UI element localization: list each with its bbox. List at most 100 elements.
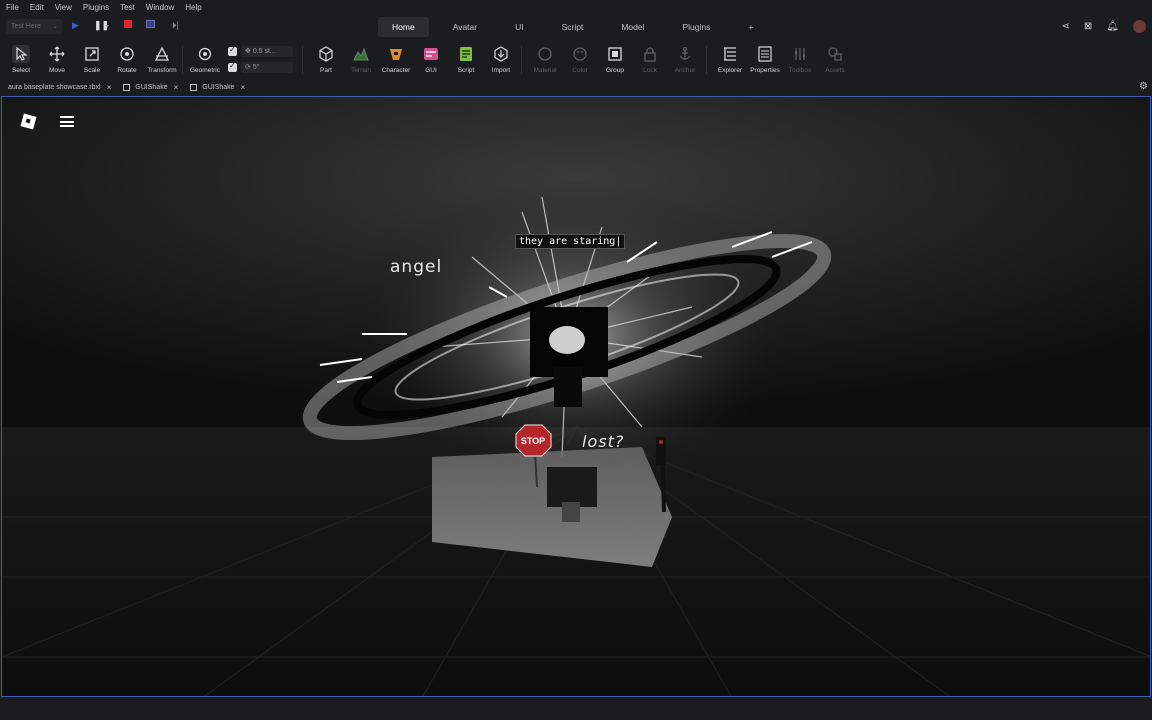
- material-icon: [536, 45, 554, 63]
- terrain-label: Terrain: [351, 67, 371, 74]
- material-tool[interactable]: Material: [528, 43, 562, 77]
- material-label: Material: [533, 67, 557, 74]
- geometric-mode-dropdown[interactable]: Geometric: [188, 43, 222, 77]
- scale-label: Scale: [83, 67, 101, 74]
- transform-label: Transform: [147, 67, 177, 74]
- notification-bell-icon[interactable]: 🔔︎: [1106, 21, 1119, 32]
- rotate-snap-checkbox[interactable]: [228, 61, 237, 72]
- geometric-label: Geometric: [190, 67, 220, 74]
- test-target-selector[interactable]: Test Here ⌄: [6, 19, 62, 34]
- document-tabs: aura baseplate showcase.rbxl × GUIShake …: [0, 80, 1152, 94]
- gear-icon[interactable]: ⚙: [1139, 81, 1148, 92]
- close-icon[interactable]: ×: [174, 83, 179, 92]
- move-snap-checkbox[interactable]: [228, 45, 237, 56]
- gui-label: GUI: [425, 67, 437, 74]
- move-label: Move: [49, 67, 65, 74]
- move-snap-value: 0.5 st...: [252, 47, 276, 55]
- properties-tool[interactable]: Properties: [748, 43, 782, 77]
- gui-icon: [422, 45, 440, 63]
- explorer-tool[interactable]: Explorer: [713, 43, 747, 77]
- menu-test[interactable]: Test: [120, 3, 135, 12]
- explorer-tree-icon: [721, 45, 739, 63]
- move-snap-row: ✥ 0.5 st...: [228, 45, 293, 57]
- share-icon[interactable]: ⋖: [1062, 21, 1070, 32]
- home-ribbon: Select Move Scale Rotate Transform Geome…: [0, 40, 1152, 80]
- tab-plugins[interactable]: Plugins: [669, 17, 725, 37]
- ribbon-divider: [521, 46, 522, 74]
- close-icon[interactable]: ×: [107, 83, 112, 92]
- figure-legs: [554, 367, 582, 407]
- scale-tool[interactable]: Scale: [75, 43, 109, 77]
- properties-label: Properties: [750, 67, 780, 74]
- collaborate-icon[interactable]: ⊠: [1084, 21, 1092, 32]
- anchor-tool[interactable]: Anchor: [668, 43, 702, 77]
- transform-tool[interactable]: Transform: [145, 43, 179, 77]
- group-icon: [606, 45, 624, 63]
- lock-label: Lock: [643, 67, 657, 74]
- add-tab-button[interactable]: +: [734, 17, 767, 37]
- toolbox-tool[interactable]: Toolbox: [783, 43, 817, 77]
- terrain-tool[interactable]: Terrain: [344, 43, 378, 77]
- assets-icon: [826, 45, 844, 63]
- staring-text-label: they are staring|: [515, 234, 626, 249]
- lost-text: lost?: [582, 432, 625, 451]
- document-tab-script[interactable]: GUIShake ×: [123, 83, 178, 92]
- document-tab-label: GUIShake: [202, 83, 235, 91]
- color-tool[interactable]: Color: [563, 43, 597, 77]
- script-file-icon: [190, 83, 198, 91]
- document-tab-script[interactable]: GUIShake ×: [190, 83, 245, 92]
- rotate-snap-value: 5°: [252, 63, 260, 71]
- hamburger-menu-icon[interactable]: [60, 116, 74, 127]
- select-tool[interactable]: Select: [4, 43, 38, 77]
- stop-icon[interactable]: [124, 20, 132, 28]
- character-tool[interactable]: Character: [379, 43, 413, 77]
- gui-tool[interactable]: GUI: [414, 43, 448, 77]
- ribbon-divider: [706, 46, 707, 74]
- traffic-light-red: [659, 440, 663, 444]
- assets-label: Assets: [825, 67, 845, 74]
- menu-help[interactable]: Help: [185, 3, 201, 12]
- tab-ui[interactable]: UI: [501, 17, 538, 37]
- part-label: Part: [320, 67, 332, 74]
- document-tab-label: aura baseplate showcase.rbxl: [8, 83, 101, 91]
- menu-view[interactable]: View: [55, 3, 72, 12]
- tab-avatar[interactable]: Avatar: [439, 17, 491, 37]
- rotate-tool[interactable]: Rotate: [110, 43, 144, 77]
- move-tool[interactable]: Move: [40, 43, 74, 77]
- menu-edit[interactable]: Edit: [30, 3, 44, 12]
- import-label: Import: [491, 67, 511, 74]
- script-label: Script: [457, 67, 475, 74]
- script-tool[interactable]: Script: [449, 43, 483, 77]
- group-tool[interactable]: Group: [598, 43, 632, 77]
- 3d-viewport[interactable]: STOP they are staring| angel lost?: [1, 96, 1151, 697]
- part-tool[interactable]: Part: [309, 43, 343, 77]
- terrain-icon: [352, 45, 370, 63]
- geometric-icon: [196, 45, 214, 63]
- properties-icon: [756, 45, 774, 63]
- part-cube-icon: [317, 45, 335, 63]
- assets-tool[interactable]: Assets: [818, 43, 852, 77]
- play-icon[interactable]: ▶: [72, 20, 79, 31]
- play-options-chevron-icon[interactable]: ▾: [106, 23, 109, 30]
- rotate-snap-row: ⟳ 5°: [228, 61, 293, 73]
- tab-home[interactable]: Home: [378, 17, 429, 37]
- move-snap-input[interactable]: ✥ 0.5 st...: [241, 45, 293, 57]
- tab-model[interactable]: Model: [607, 17, 658, 37]
- menu-window[interactable]: Window: [146, 3, 174, 12]
- close-icon[interactable]: ×: [241, 83, 246, 92]
- rotate-snap-input[interactable]: ⟳ 5°: [241, 61, 293, 73]
- tab-script[interactable]: Script: [548, 17, 598, 37]
- top-right-icons: ⋖ ⊠ 🔔︎: [1062, 20, 1146, 33]
- explorer-label: Explorer: [717, 67, 743, 74]
- document-tab-place[interactable]: aura baseplate showcase.rbxl ×: [8, 83, 111, 92]
- chevron-down-icon: ⌄: [52, 23, 58, 30]
- avatar[interactable]: [1133, 20, 1146, 33]
- menu-file[interactable]: File: [6, 3, 19, 12]
- import-tool[interactable]: Import: [484, 43, 518, 77]
- character-icon: [387, 45, 405, 63]
- move-arrows-icon: [48, 45, 66, 63]
- menu-plugins[interactable]: Plugins: [83, 3, 109, 12]
- lock-tool[interactable]: Lock: [633, 43, 667, 77]
- client-server-icon[interactable]: [146, 20, 155, 28]
- step-icon[interactable]: ⏵|: [172, 20, 179, 31]
